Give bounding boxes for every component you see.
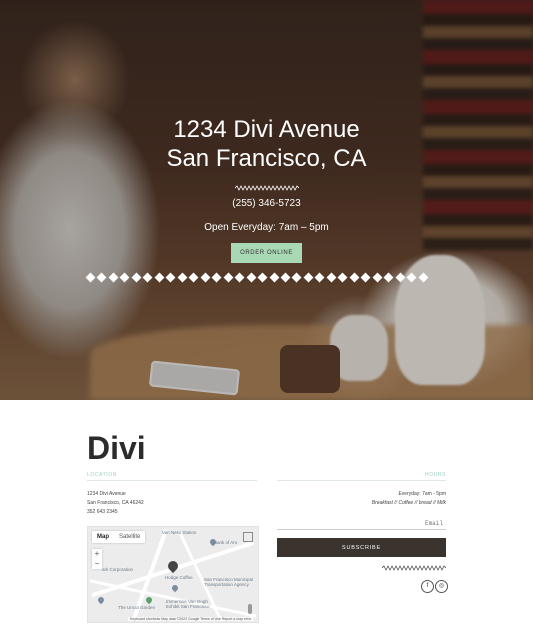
address-line-1: 1234 Divi Avenue	[87, 491, 126, 497]
diamond-icon	[269, 272, 279, 283]
diamond-icon	[257, 272, 268, 283]
pegman-icon[interactable]	[248, 604, 252, 614]
diamond-icon	[291, 272, 302, 283]
diamond-icon	[314, 272, 325, 283]
location-divider	[87, 480, 257, 481]
instagram-icon[interactable]: ◎	[435, 580, 448, 593]
diamond-divider	[85, 272, 429, 286]
hero-phone: (255) 346-5723	[232, 198, 301, 209]
google-map[interactable]: Map Satellite + − Van Ness Station Bank …	[87, 526, 259, 623]
subscribe-button[interactable]: SUBSCRIBE	[277, 538, 446, 557]
diamond-icon	[119, 272, 130, 283]
zoom-controls: + −	[92, 549, 102, 569]
zoom-out-button[interactable]: −	[92, 559, 102, 569]
email-field[interactable]	[277, 518, 446, 530]
diamond-icon	[246, 272, 257, 283]
map-pin-icon[interactable]	[96, 595, 106, 605]
diamond-icon	[234, 272, 245, 283]
hours-divider	[277, 480, 446, 481]
diamond-icon	[418, 272, 429, 283]
diamond-icon	[165, 272, 176, 283]
order-online-button[interactable]: ORDER ONLINE	[231, 243, 302, 263]
map-pin-icon[interactable]	[170, 583, 180, 593]
hours-line-1: Everyday: 7am - 5pm	[398, 491, 446, 497]
map-pin-icon[interactable]	[144, 595, 154, 605]
diamond-icon	[200, 272, 211, 283]
zoom-in-button[interactable]: +	[92, 549, 102, 559]
diamond-icon	[177, 272, 188, 283]
address-line-2: San Francisco, CA 46242	[87, 500, 144, 506]
location-label: LOCATION	[87, 472, 117, 478]
map-attribution: Keyboard shortcuts Map data ©2022 Google…	[128, 617, 254, 621]
diamond-icon	[211, 272, 222, 283]
map-place-label: Van Ness Station	[162, 530, 197, 535]
hero-section: 1234 Divi Avenue San Francisco, CA (255)…	[0, 0, 533, 400]
diamond-icon	[395, 272, 406, 283]
map-tab-map[interactable]: Map	[92, 531, 114, 543]
facebook-icon[interactable]: f	[421, 580, 434, 593]
map-tab-satellite[interactable]: Satellite	[114, 531, 145, 543]
hero-content: 1234 Divi Avenue San Francisco, CA (255)…	[0, 115, 533, 263]
diamond-icon	[349, 272, 360, 283]
brand-title: Divi	[87, 430, 146, 466]
zigzag-divider-icon	[234, 185, 299, 191]
map-place-label: San Francisco Municipal Transportation A…	[204, 577, 254, 587]
zigzag-divider-icon	[382, 565, 446, 571]
diamond-icon	[383, 272, 394, 283]
diamond-icon	[188, 272, 199, 283]
diamond-icon	[372, 272, 383, 283]
diamond-icon	[326, 272, 337, 283]
location-phone: 352 643 2345	[87, 509, 118, 515]
diamond-icon	[406, 272, 417, 283]
map-type-tabs: Map Satellite	[92, 531, 146, 543]
map-place-label: Bank of Am	[214, 540, 238, 545]
diamond-icon	[85, 272, 96, 283]
diamond-icon	[360, 272, 371, 283]
hero-title: 1234 Divi Avenue San Francisco, CA	[166, 116, 367, 172]
diamond-icon	[97, 272, 107, 283]
info-section: Divi LOCATION HOURS 1234 Divi Avenue San…	[0, 400, 533, 644]
diamond-icon	[223, 272, 234, 283]
diamond-icon	[154, 272, 165, 283]
fullscreen-icon[interactable]	[243, 532, 253, 542]
hero-hours: Open Everyday: 7am – 5pm	[204, 222, 329, 233]
map-place-label: The Uncut Garden	[118, 605, 156, 610]
diamond-icon	[131, 272, 142, 283]
diamond-icon	[108, 272, 119, 283]
diamond-icon	[303, 272, 314, 283]
map-place-label: Immersive Van Gogh Exhibit San Francisco	[166, 599, 210, 609]
diamond-icon	[337, 272, 348, 283]
hours-line-2: Breakfast // Coffee // bread // Milk	[371, 500, 446, 506]
map-place-label: Hodge Coffee	[165, 575, 193, 580]
diamond-icon	[280, 272, 291, 283]
map-place-label: ark Corporation	[102, 567, 134, 572]
hours-label: HOURS	[424, 472, 446, 478]
diamond-icon	[142, 272, 153, 283]
